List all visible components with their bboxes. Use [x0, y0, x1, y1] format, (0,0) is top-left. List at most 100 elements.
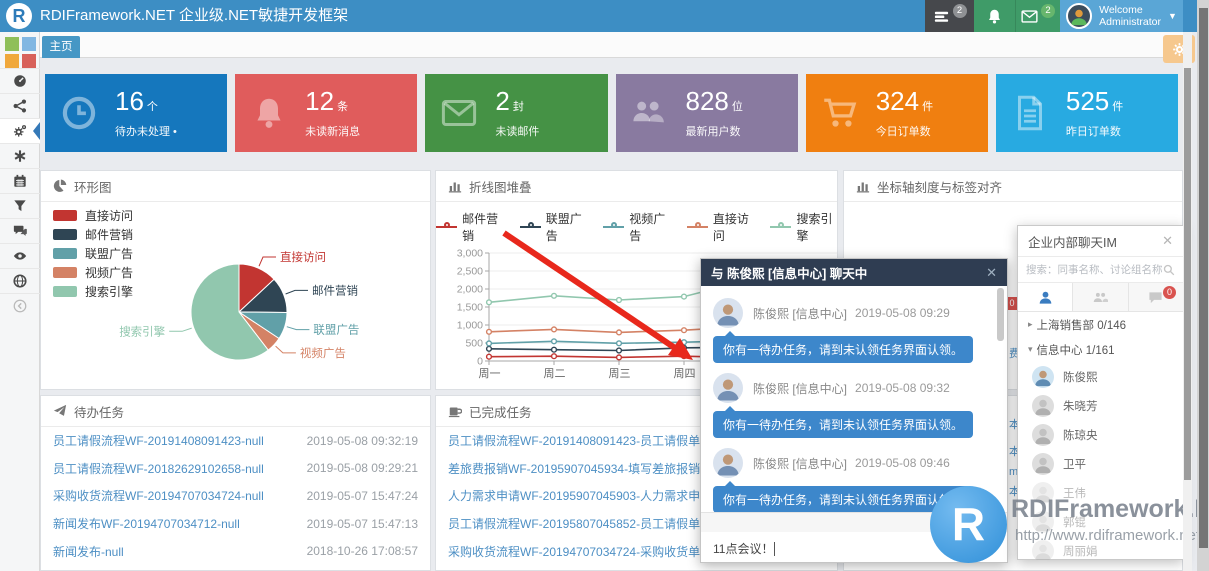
task-link[interactable]: 人力需求申请WF-20195907045903-人力需求申请: [448, 487, 712, 504]
im-tab-groups[interactable]: [1073, 283, 1129, 311]
legend-item[interactable]: 邮件营销: [53, 228, 133, 242]
stat-value: 525 件: [1065, 86, 1124, 116]
content-scrollbar[interactable]: [1183, 32, 1192, 571]
im-contact-row[interactable]: 朱晓芳: [1018, 391, 1183, 420]
bar-chart-icon: [856, 179, 870, 193]
panel-title: 坐标轴刻度与标签对齐: [877, 180, 1003, 195]
chat-footer: ◷ 沟通记录: [701, 512, 1007, 532]
avatar: [713, 298, 743, 328]
im-contact-row[interactable]: 王伟: [1018, 478, 1183, 507]
stat-card-2[interactable]: 12 条 未读新消息: [235, 74, 418, 152]
sidebar-logo-squares[interactable]: [5, 37, 36, 68]
im-tab-messages[interactable]: 0: [1128, 283, 1183, 311]
close-icon[interactable]: ✕: [1162, 233, 1173, 249]
stat-value: 12 条: [305, 86, 349, 116]
sidebar-item-globe[interactable]: [0, 268, 40, 293]
contact-name: 朱晓芳: [1063, 400, 1098, 413]
svg-text:2,500: 2,500: [457, 266, 483, 278]
legend-item[interactable]: 邮件营销: [436, 210, 503, 244]
panel-title: 折线图堆叠: [469, 180, 532, 195]
sender-name: 陈俊熙 [信息中心]: [753, 306, 848, 321]
legend-item[interactable]: 视频广告: [603, 210, 670, 244]
page-scrollbar[interactable]: [1197, 0, 1209, 571]
app-logo[interactable]: R: [6, 3, 32, 29]
message-bubble: 你有一待办任务，请到未认领任务界面认领。: [713, 331, 974, 363]
task-link[interactable]: 新闻发布-null: [53, 543, 124, 560]
task-link[interactable]: 采购收货流程WF-20194707034724-null: [53, 487, 264, 504]
im-contact-row[interactable]: 周丽娟: [1018, 536, 1183, 565]
legend-item[interactable]: 搜索引擎: [770, 210, 837, 244]
im-group-row[interactable]: ▸ 上海销售部 0/146: [1018, 312, 1183, 337]
panel-todo-tasks: 待办任务 员工请假流程WF-20191408091423-null 2019-05…: [40, 395, 431, 571]
task-link[interactable]: 员工请假流程WF-20191408091423-员工请假单: [448, 432, 700, 449]
logo-square: [22, 37, 36, 51]
legend-item[interactable]: 联盟广告: [519, 210, 587, 244]
sidebar-item-comments[interactable]: [0, 218, 40, 243]
task-link[interactable]: 员工请假流程WF-20191408091423-null: [53, 432, 264, 449]
chat-scrollbar[interactable]: [997, 288, 1004, 341]
eye-icon: [13, 249, 27, 263]
stat-card-5[interactable]: 324 件 今日订单数: [805, 74, 988, 152]
sidebar-item-asterisk[interactable]: [0, 143, 40, 168]
chat-message: 陈俊熙 [信息中心] 2019-05-08 09:29 你有一待办任务，请到未认…: [713, 298, 995, 369]
svg-text:500: 500: [465, 338, 483, 350]
message-bubble: 你有一待办任务，请到未认领任务界面认领。: [713, 406, 974, 438]
task-link[interactable]: 员工请假流程WF-20182629102658-null: [53, 460, 264, 477]
task-time: 2019-05-08 09:32:19: [306, 433, 418, 448]
legend-item[interactable]: 直接访问: [686, 210, 754, 244]
chat-history-link[interactable]: 沟通记录: [953, 515, 997, 531]
tab-home[interactable]: 主页: [42, 36, 80, 58]
stat-label: 昨日订单数: [1065, 126, 1121, 138]
im-header[interactable]: 企业内部聊天IM ✕: [1018, 226, 1183, 256]
task-link[interactable]: 员工请假流程WF-20195807045852-员工请假单: [448, 515, 700, 532]
task-link[interactable]: 采购收货流程WF-20194707034724-采购收货单: [448, 543, 700, 560]
sidebar-item-eye[interactable]: [0, 243, 40, 268]
messages-badge: 2: [952, 4, 967, 18]
im-group-row[interactable]: ▾ 信息中心 1/161: [1018, 337, 1183, 362]
sidebar-item-filter[interactable]: [0, 193, 40, 218]
legend-item[interactable]: 直接访问: [53, 209, 133, 223]
avatar: [1032, 365, 1054, 388]
svg-text:0: 0: [477, 356, 483, 368]
header-messages-button[interactable]: 2: [925, 0, 974, 32]
page-scrollbar-thumb[interactable]: [1198, 8, 1208, 548]
stat-card-6[interactable]: 525 件 昨日订单数: [995, 74, 1179, 152]
chat-message-list: 陈俊熙 [信息中心] 2019-05-08 09:29 你有一待办任务，请到未认…: [701, 286, 1007, 512]
contact-name: 陈琼央: [1063, 429, 1098, 442]
stat-value: 2封: [495, 86, 524, 116]
stat-label: 今日订单数: [875, 126, 931, 138]
close-icon[interactable]: ✕: [986, 265, 997, 281]
stat-card-3[interactable]: 2封 未读邮件: [425, 74, 608, 152]
task-link[interactable]: 差旅费报销WF-20195907045934-填写差旅报销单: [448, 460, 712, 477]
sidebar-item-dashboard[interactable]: [0, 68, 40, 93]
stat-card-4[interactable]: 828 位 最新用户数: [615, 74, 798, 152]
users-icon: [632, 95, 668, 131]
header-mail-button[interactable]: 2: [1015, 0, 1060, 32]
legend-item[interactable]: 搜索引擎: [53, 285, 133, 299]
chat-header[interactable]: 与 陈俊熙 [信息中心] 聊天中 ✕: [701, 259, 1007, 286]
im-tab-contacts[interactable]: [1018, 283, 1074, 311]
avatar: [713, 448, 743, 478]
sidebar-item-gears[interactable]: [0, 118, 40, 143]
avatar: [713, 373, 743, 403]
user-menu[interactable]: Welcome Administrator ▼: [1060, 0, 1183, 32]
im-contact-row[interactable]: 卫平: [1018, 449, 1183, 478]
sidebar-item-share[interactable]: [0, 93, 40, 118]
task-time: 2019-05-07 15:47:13: [306, 516, 418, 531]
content-scrollbar-thumb[interactable]: [1184, 68, 1191, 480]
task-time: 2019-05-07 15:47:24: [306, 488, 418, 503]
contact-name: 王伟: [1063, 487, 1086, 500]
sidebar-item-collapse[interactable]: [0, 293, 40, 318]
im-contact-row[interactable]: 陈琼央: [1018, 420, 1183, 449]
stat-card-1[interactable]: 16 个 待办未处理 •: [45, 74, 228, 152]
sidebar: [0, 32, 40, 571]
im-contact-row[interactable]: 陈俊熙: [1018, 362, 1183, 391]
im-search-input[interactable]: 搜索：同事名称、讨论组名称: [1018, 256, 1183, 283]
legend-item[interactable]: 联盟广告: [53, 247, 133, 261]
legend-item[interactable]: 视频广告: [53, 266, 133, 280]
header-notifications-button[interactable]: [974, 0, 1015, 32]
task-link[interactable]: 新闻发布WF-20194707034712-null: [53, 515, 240, 532]
chat-input[interactable]: 11点会议！: [701, 532, 1007, 563]
im-contact-row[interactable]: 郭锟: [1018, 507, 1183, 536]
sidebar-item-calendar[interactable]: [0, 168, 40, 193]
